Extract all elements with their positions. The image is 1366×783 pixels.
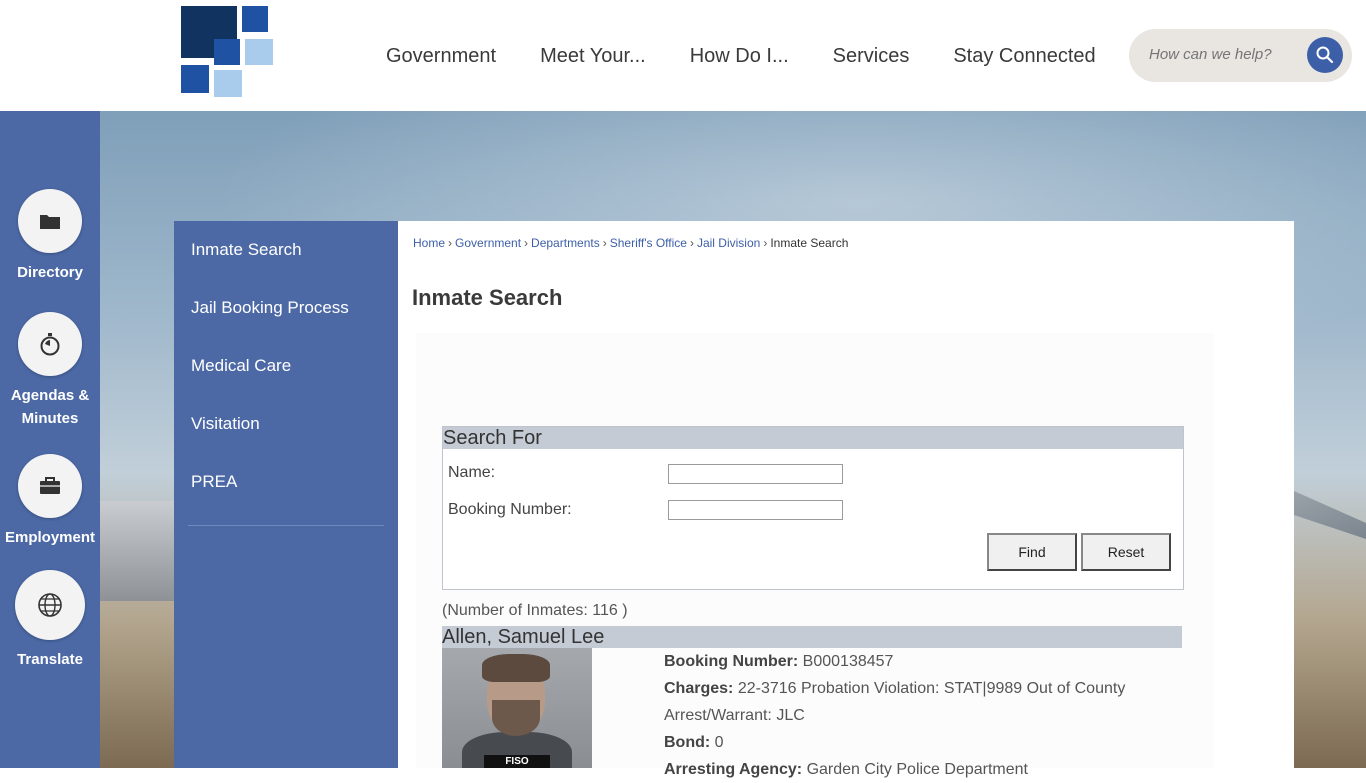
charges-row: Charges: 22-3716 Probation Violation: ST… [664, 675, 1164, 729]
logo-block [181, 65, 209, 93]
bond-row: Bond: 0 [664, 729, 1164, 756]
stopwatch-icon [40, 333, 60, 356]
photo-hair [482, 654, 550, 682]
breadcrumb-separator: › [448, 236, 453, 250]
menu-item-medical-care[interactable]: Medical Care [174, 337, 398, 395]
briefcase-icon [40, 477, 60, 494]
booking-number-label: Booking Number: [448, 501, 572, 518]
nav-meet-your[interactable]: Meet Your... [518, 45, 668, 68]
arresting-agency-value: Garden City Police Department [806, 761, 1028, 778]
nav-how-do-i[interactable]: How Do I... [668, 45, 811, 68]
breadcrumb-home[interactable]: Home [413, 236, 445, 250]
quicklink-label: Agendas & Minutes [10, 387, 90, 427]
breadcrumb-current: Inmate Search [770, 236, 849, 250]
quick-links: Directory Agendas & Minutes Employment T… [0, 111, 100, 768]
inmate-photo: FISO [442, 648, 592, 768]
inmate-name: Allen, Samuel Lee [442, 626, 1182, 648]
quicklink-directory[interactable]: Directory [0, 189, 100, 284]
name-field[interactable] [668, 464, 843, 484]
quicklink-translate[interactable]: Translate [0, 570, 100, 671]
inmate-details: Booking Number: B000138457 Charges: 22-3… [664, 648, 1164, 783]
booking-number-field[interactable] [668, 500, 843, 520]
globe-icon [38, 593, 62, 617]
hero-building [100, 501, 174, 601]
breadcrumb-departments[interactable]: Departments [531, 236, 600, 250]
folder-icon [40, 215, 60, 229]
breadcrumb-jail-division[interactable]: Jail Division [697, 236, 760, 250]
charges-value: 22-3716 Probation Violation: STAT|9989 O… [664, 680, 1126, 724]
search-icon [1316, 46, 1334, 64]
booking-number-value: B000138457 [802, 653, 894, 670]
nav-government[interactable]: Government [364, 45, 518, 68]
quicklink-employment[interactable]: Employment [0, 454, 100, 549]
search-button[interactable] [1307, 37, 1343, 73]
menu-item-visitation[interactable]: Visitation [174, 395, 398, 453]
breadcrumb-separator: › [524, 236, 529, 250]
quicklink-button[interactable] [15, 570, 85, 640]
logo-block [242, 6, 268, 32]
search-form: Search For Name: Booking Number: Find Re… [442, 426, 1184, 590]
quicklink-button[interactable] [18, 189, 82, 253]
main-nav: Government Meet Your... How Do I... Serv… [364, 38, 1118, 74]
breadcrumb-separator: › [763, 236, 768, 250]
site-search [1129, 29, 1352, 82]
breadcrumb: Home › Government › Departments › Sheriff's Of… [413, 236, 848, 250]
site-logo[interactable] [181, 6, 273, 98]
booking-number-key: Booking Number: [664, 653, 799, 670]
find-button[interactable]: Find [987, 533, 1077, 571]
menu-item-prea[interactable]: PREA [174, 453, 398, 511]
bond-value: 0 [714, 734, 724, 751]
name-label: Name: [448, 464, 496, 481]
search-form-header: Search For [443, 427, 1183, 449]
quicklink-button[interactable] [18, 312, 82, 376]
logo-block [214, 39, 240, 65]
site-header: Government Meet Your... How Do I... Serv… [0, 0, 1366, 111]
page-title: Inmate Search [412, 285, 563, 310]
menu-item-jail-booking-process[interactable]: Jail Booking Process [174, 279, 398, 337]
photo-tag: FISO [484, 755, 550, 768]
inmate-count: (Number of Inmates: 116 ) [442, 602, 628, 619]
quicklink-label: Translate [17, 651, 83, 668]
breadcrumb-separator: › [689, 236, 694, 250]
arresting-agency-key: Arresting Agency: [664, 761, 803, 778]
logo-block [245, 39, 273, 65]
quicklink-agendas[interactable]: Agendas & Minutes [0, 312, 100, 430]
quicklink-label: Employment [4, 529, 95, 546]
quicklink-button[interactable] [18, 454, 82, 518]
hero-structure [1294, 491, 1366, 539]
breadcrumb-sheriffs-office[interactable]: Sheriff's Office [610, 236, 687, 250]
nav-stay-connected[interactable]: Stay Connected [931, 45, 1117, 68]
nav-services[interactable]: Services [811, 45, 932, 68]
search-input[interactable] [1149, 46, 1299, 63]
charges-key: Charges: [664, 680, 734, 697]
bond-key: Bond: [664, 734, 711, 751]
photo-beard [492, 700, 540, 736]
section-menu: Inmate Search Jail Booking Process Medic… [174, 221, 398, 768]
menu-divider [188, 525, 384, 526]
menu-item-inmate-search[interactable]: Inmate Search [174, 221, 398, 279]
breadcrumb-separator: › [602, 236, 607, 250]
main-content: Home › Government › Departments › Sheriff's Of… [398, 221, 1294, 778]
breadcrumb-government[interactable]: Government [455, 236, 521, 250]
booking-number-row: Booking Number: B000138457 [664, 648, 1164, 675]
quicklink-label: Directory [17, 264, 83, 281]
arresting-agency-row: Arresting Agency: Garden City Police Dep… [664, 756, 1164, 783]
logo-block [214, 70, 242, 97]
reset-button[interactable]: Reset [1081, 533, 1171, 571]
